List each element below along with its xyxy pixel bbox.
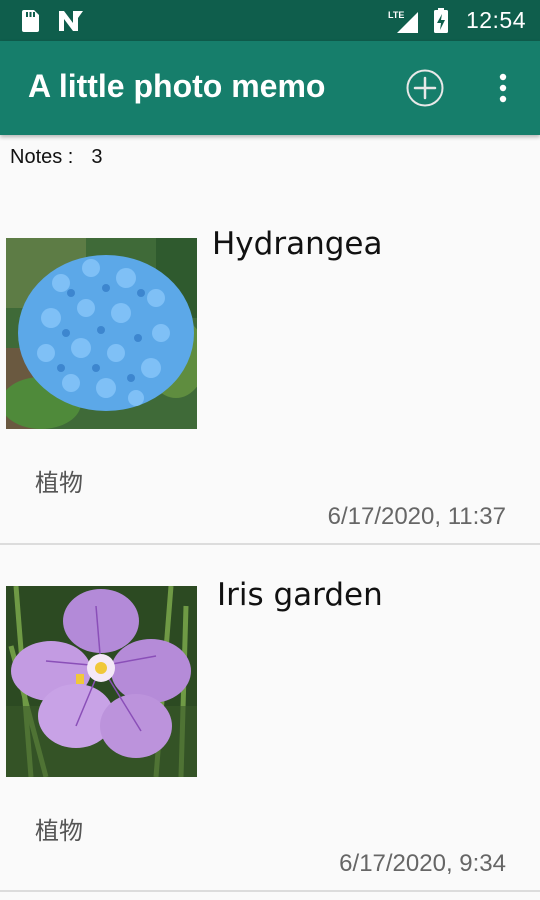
battery-charging-icon (433, 7, 448, 33)
memo-title: Iris garden (217, 577, 383, 613)
memo-tag: 植物 (35, 469, 83, 497)
notes-count: Notes : 3 (10, 146, 102, 169)
notes-count-value: 3 (91, 146, 103, 168)
more-vert-icon[interactable] (488, 68, 518, 108)
notes-count-label: Notes : (10, 146, 74, 168)
memo-thumbnail (6, 586, 197, 777)
n-notification-icon (59, 11, 83, 31)
memo-tag: 植物 (35, 817, 83, 845)
iris-photo (6, 586, 197, 777)
sd-card-icon (22, 10, 39, 32)
divider (0, 890, 540, 892)
memo-date: 6/17/2020, 11:37 (327, 503, 506, 530)
lte-label: LTE (388, 10, 404, 20)
memo-card[interactable]: Hydrangea 植物 6/17/2020, 11:37 (0, 190, 540, 544)
lte-signal-icon: LTE (388, 10, 418, 33)
status-bar: LTE 12:54 (0, 0, 540, 41)
memo-title: Hydrangea (212, 226, 383, 262)
app-title: A little photo memo (28, 68, 326, 104)
add-circle-icon[interactable] (405, 68, 445, 108)
app-bar: A little photo memo (0, 41, 540, 135)
status-time: 12:54 (465, 7, 526, 33)
memo-thumbnail (6, 238, 197, 429)
hydrangea-photo (6, 238, 197, 429)
memo-card[interactable]: Iris garden 植物 6/17/2020, 9:34 (0, 545, 540, 890)
memo-date: 6/17/2020, 9:34 (339, 850, 506, 877)
